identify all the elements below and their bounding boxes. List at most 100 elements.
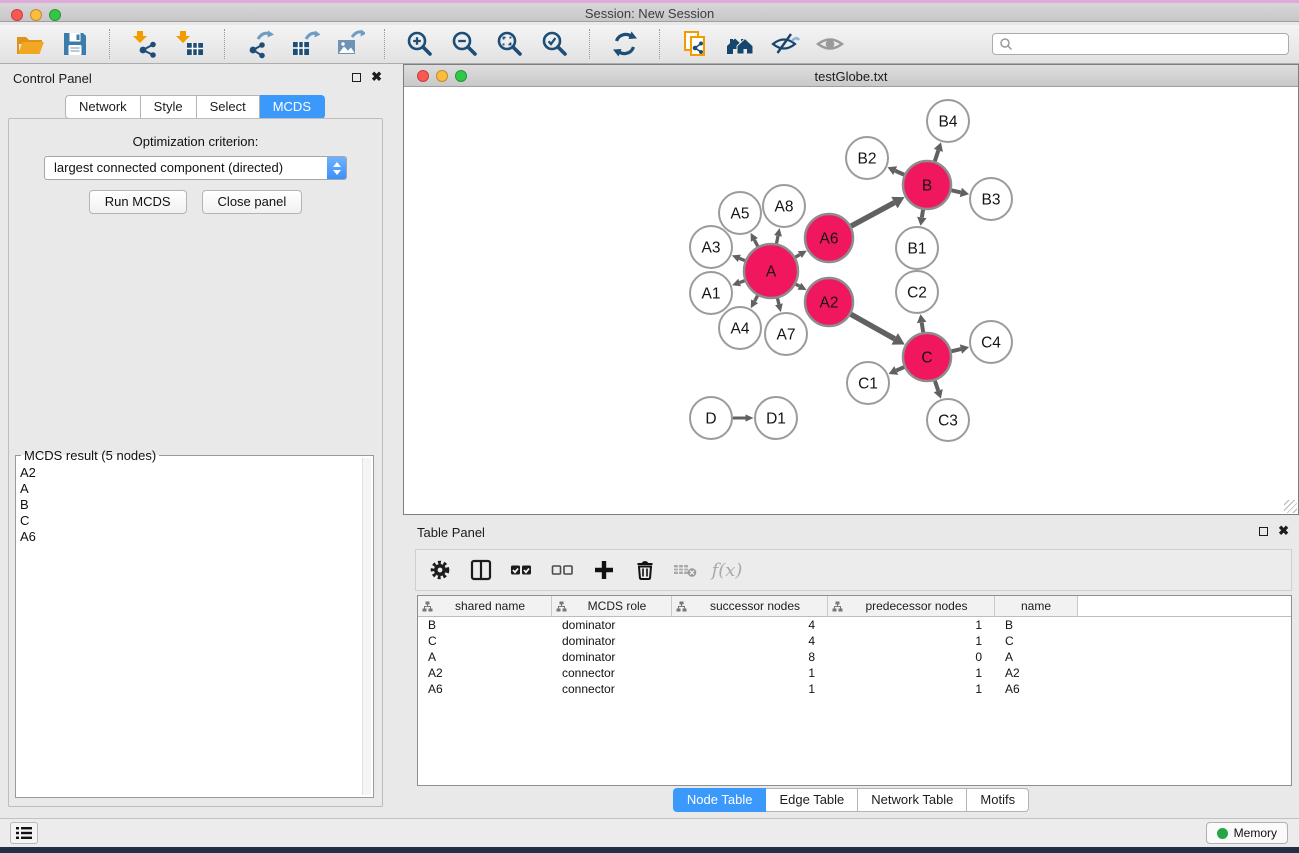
tab-style[interactable]: Style	[141, 95, 197, 119]
network-overview-icon[interactable]	[724, 28, 756, 60]
column-header-mcds-role[interactable]: MCDS role	[552, 596, 672, 617]
add-row-icon[interactable]	[591, 557, 617, 583]
table-toolbar: f(x)	[415, 549, 1292, 591]
float-table-panel-icon[interactable]	[1259, 527, 1268, 536]
zoom-in-icon[interactable]	[404, 28, 436, 60]
mcds-result-item[interactable]: A2	[20, 465, 359, 481]
clone-network-icon[interactable]	[679, 28, 711, 60]
graph-edge[interactable]	[851, 203, 894, 226]
graph-edge[interactable]	[776, 236, 778, 244]
export-network-icon[interactable]	[244, 28, 276, 60]
graph-edge[interactable]	[922, 210, 923, 218]
control-panel: Control Panel ✖ Network Style Select MCD…	[0, 64, 390, 812]
desktop-wallpaper-strip	[0, 847, 1299, 853]
column-header-name[interactable]: name	[995, 596, 1078, 617]
tab-mcds[interactable]: MCDS	[260, 95, 325, 119]
graph-edge[interactable]	[796, 284, 800, 286]
open-session-icon[interactable]	[14, 28, 46, 60]
graph-edge[interactable]	[795, 255, 800, 258]
table-cell: dominator	[552, 618, 672, 632]
close-table-panel-icon[interactable]: ✖	[1278, 526, 1289, 536]
table-row[interactable]: A6connector11A6	[418, 681, 1291, 697]
split-columns-icon[interactable]	[468, 557, 494, 583]
tab-motifs[interactable]: Motifs	[967, 788, 1029, 812]
table-row[interactable]: A2connector11A2	[418, 665, 1291, 681]
export-table-icon[interactable]	[289, 28, 321, 60]
graph-edge[interactable]	[777, 298, 778, 304]
apply-layout-icon[interactable]	[609, 28, 641, 60]
graph-edge[interactable]	[895, 171, 904, 175]
mcds-result-group: MCDS result (5 nodes) A2ABCA6	[15, 455, 374, 798]
result-scrollbar[interactable]	[362, 458, 371, 795]
import-table-icon[interactable]	[174, 28, 206, 60]
select-all-columns-icon[interactable]	[509, 557, 535, 583]
toolbar-separator	[224, 29, 226, 59]
table-row[interactable]: Bdominator41B	[418, 617, 1291, 633]
graph-edge[interactable]	[951, 190, 960, 192]
optimization-criterion-select[interactable]: largest connected component (directed)	[44, 156, 347, 180]
graph-edge[interactable]	[739, 258, 745, 260]
status-bar: Memory	[0, 818, 1299, 847]
graph-edge[interactable]	[951, 349, 961, 351]
delete-rows-icon[interactable]	[632, 557, 658, 583]
search-box	[992, 33, 1289, 55]
column-type-icon	[422, 601, 433, 612]
graph-edge-arrowhead	[775, 303, 783, 312]
graph-node-label: A3	[702, 239, 721, 256]
table-cell: A6	[995, 682, 1078, 696]
zoom-fit-icon[interactable]	[494, 28, 526, 60]
criterion-selected-value: largest connected component (directed)	[54, 160, 283, 175]
network-canvas[interactable]: B4B2BB3A8A5A6A3B1AC2A1A2A4A7C4CC1DD1C3	[404, 88, 1298, 514]
toolbar-separator	[659, 29, 661, 59]
graph-edge[interactable]	[935, 381, 938, 391]
graph-edge[interactable]	[754, 240, 757, 246]
network-window-titlebar[interactable]: testGlobe.txt	[404, 65, 1298, 87]
graph-edge[interactable]	[755, 296, 758, 302]
table-cell: 1	[828, 666, 995, 680]
tab-select[interactable]: Select	[197, 95, 260, 119]
search-input[interactable]	[1017, 36, 1282, 52]
column-header-successor-nodes[interactable]: successor nodes	[672, 596, 828, 617]
tab-edge-table[interactable]: Edge Table	[766, 788, 858, 812]
zoom-out-icon[interactable]	[449, 28, 481, 60]
graph-edge[interactable]	[896, 367, 904, 370]
show-graphics-details-icon[interactable]	[814, 28, 846, 60]
float-panel-icon[interactable]	[352, 73, 361, 82]
tab-network-table[interactable]: Network Table	[858, 788, 967, 812]
mcds-result-item[interactable]: A6	[20, 529, 359, 545]
graph-edge[interactable]	[922, 323, 924, 333]
mcds-result-item[interactable]: C	[20, 513, 359, 529]
table-cell: 1	[828, 682, 995, 696]
table-cell: A6	[418, 682, 552, 696]
table-row[interactable]: Cdominator41C	[418, 633, 1291, 649]
close-panel-icon[interactable]: ✖	[371, 72, 382, 82]
close-panel-button[interactable]: Close panel	[202, 190, 303, 214]
column-header-predecessor-nodes[interactable]: predecessor nodes	[828, 596, 995, 617]
run-mcds-button[interactable]: Run MCDS	[89, 190, 187, 214]
graph-node-label: B4	[939, 113, 958, 130]
graph-edge[interactable]	[935, 150, 939, 161]
zoom-selected-icon[interactable]	[539, 28, 571, 60]
tab-network[interactable]: Network	[65, 95, 141, 119]
network-graph: B4B2BB3A8A5A6A3B1AC2A1A2A4A7C4CC1DD1C3	[404, 88, 1298, 515]
unselect-all-columns-icon[interactable]	[550, 557, 576, 583]
mcds-result-item[interactable]: B	[20, 497, 359, 513]
export-image-icon[interactable]	[334, 28, 366, 60]
hide-graphics-details-icon[interactable]	[769, 28, 801, 60]
import-network-icon[interactable]	[129, 28, 161, 60]
table-cell: B	[418, 618, 552, 632]
list-icon	[16, 826, 32, 840]
save-session-icon[interactable]	[59, 28, 91, 60]
mcds-result-item[interactable]: A	[20, 481, 359, 497]
graph-edge[interactable]	[851, 314, 895, 339]
memory-button[interactable]: Memory	[1206, 822, 1288, 844]
column-header-shared-name[interactable]: shared name	[418, 596, 552, 617]
table-settings-icon[interactable]	[427, 557, 453, 583]
graph-node-label: A	[766, 263, 777, 280]
table-row[interactable]: Adominator80A	[418, 649, 1291, 665]
graph-edge[interactable]	[740, 281, 745, 283]
table-cell: connector	[552, 682, 672, 696]
resize-grip[interactable]	[1284, 500, 1297, 513]
tab-node-table[interactable]: Node Table	[673, 788, 767, 812]
show-panels-button[interactable]	[10, 822, 38, 844]
